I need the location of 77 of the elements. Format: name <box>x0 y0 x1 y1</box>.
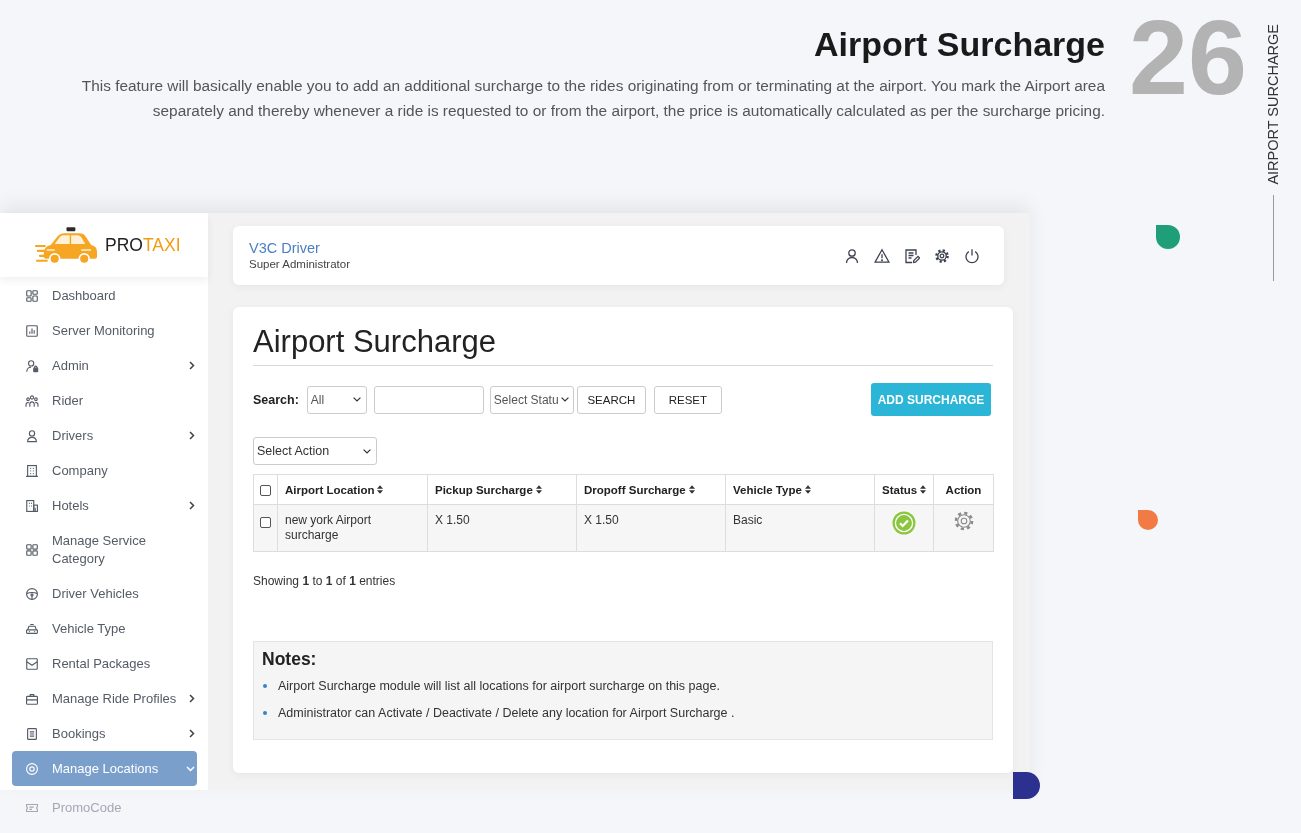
column-header: Status <box>882 483 918 496</box>
sidebar-item[interactable]: Drivers <box>12 418 197 453</box>
sidebar-item[interactable]: Rider <box>12 383 197 418</box>
car-icon <box>25 621 39 636</box>
caret-down-icon <box>352 397 361 402</box>
sort-icon[interactable] <box>535 485 542 494</box>
bulk-action-select[interactable]: Select Action <box>253 437 377 465</box>
reset-button[interactable]: RESET <box>653 385 722 414</box>
select-all-checkbox[interactable] <box>260 484 271 496</box>
column-header: Pickup Surcharge <box>435 483 533 496</box>
notes-title: Notes: <box>262 649 317 670</box>
settings-icon[interactable] <box>934 247 950 264</box>
bullet-icon <box>263 711 267 715</box>
users-icon <box>25 393 39 408</box>
column-header: Vehicle Type <box>733 483 802 496</box>
note-text: Airport Surcharge module will list all locations for airport surcharge on this page. <box>278 678 720 695</box>
user-name[interactable]: V3C Driver <box>249 240 350 257</box>
dashboard-icon <box>25 288 39 303</box>
envelope-icon <box>25 656 39 671</box>
sidebar-item[interactable]: Admin <box>12 348 197 383</box>
page-number: 26 <box>1129 4 1247 110</box>
bullet-icon <box>263 684 267 688</box>
sidebar-item[interactable]: Dashboard <box>12 278 197 313</box>
caret-down-icon <box>560 397 569 402</box>
caret-down-icon <box>363 448 371 454</box>
target-icon <box>25 761 39 776</box>
search-input[interactable] <box>373 385 484 414</box>
edit-icon[interactable] <box>904 247 920 264</box>
sort-icon[interactable] <box>377 485 384 494</box>
blob-shape <box>1156 225 1180 249</box>
entries-info: Showing 1 to 1 of 1 entries <box>253 574 396 588</box>
section-label: AIRPORT SURCHARGE <box>1265 24 1282 185</box>
user-icon[interactable] <box>844 247 860 264</box>
bar-chart-icon <box>25 323 39 338</box>
note-text: Administrator can Activate / Deactivate / Delete any location for Airport Surcharge . <box>278 705 735 722</box>
sidebar-item[interactable]: Manage Service Category <box>12 523 197 576</box>
sidebar-item[interactable]: Driver Vehicles <box>12 576 197 611</box>
sidebar-item[interactable]: Company <box>12 453 197 488</box>
user-role: Super Administrator <box>249 257 350 271</box>
user-icon <box>25 428 39 443</box>
logo-wordmark: PROTAXI <box>105 235 181 255</box>
page-heading: Airport Surcharge <box>253 325 497 359</box>
column-header: Airport Location <box>285 483 375 496</box>
sidebar-item[interactable]: Vehicle Type <box>12 611 197 646</box>
sort-icon[interactable] <box>920 485 927 494</box>
sidebar-item[interactable]: Server Monitoring <box>12 313 197 348</box>
table-cell: X 1.50 <box>584 513 619 527</box>
description-text: This feature will basically enable you to add an additional surcharge to the rides originating from or terminating at the airport. You mark the Airport area separately and thereby whenever a ride is requested to or from the airport, the price is automatically calculated as per the surcharge pricing. <box>80 76 1105 121</box>
grid-icon <box>25 542 39 557</box>
building-icon <box>25 463 39 478</box>
status-select[interactable]: Select Statu <box>489 385 574 414</box>
taxi-car-icon <box>35 224 98 266</box>
column-header: Dropoff Surcharge <box>584 483 686 496</box>
document-icon <box>25 726 39 741</box>
briefcase-icon <box>25 691 39 706</box>
sidebar-item[interactable]: Manage Ride Profiles <box>12 681 197 716</box>
table-cell: X 1.50 <box>435 513 470 527</box>
table-cell: Basic <box>733 513 763 527</box>
sort-icon[interactable] <box>804 485 811 494</box>
sort-icon[interactable] <box>688 485 695 494</box>
user-lock-icon <box>25 358 39 373</box>
row-checkbox[interactable] <box>260 517 271 529</box>
search-label: Search: <box>253 392 299 407</box>
page-title: Airport Surcharge <box>813 24 1105 64</box>
power-icon[interactable] <box>964 247 980 264</box>
sidebar-item[interactable]: Hotels <box>12 488 197 523</box>
steering-wheel-icon <box>25 586 39 601</box>
sidebar-item[interactable]: Bookings <box>12 716 197 751</box>
blob-shape <box>1138 510 1158 530</box>
search-by-select[interactable]: All <box>306 385 367 414</box>
sidebar-item[interactable]: Rental Packages <box>12 646 197 681</box>
search-button[interactable]: SEARCH <box>576 385 646 414</box>
check-circle-icon[interactable] <box>892 511 916 535</box>
building-icon <box>25 498 39 513</box>
table-cell: new york Airport surcharge <box>285 513 372 542</box>
column-header: Action <box>945 483 982 496</box>
warning-icon[interactable] <box>874 247 890 264</box>
